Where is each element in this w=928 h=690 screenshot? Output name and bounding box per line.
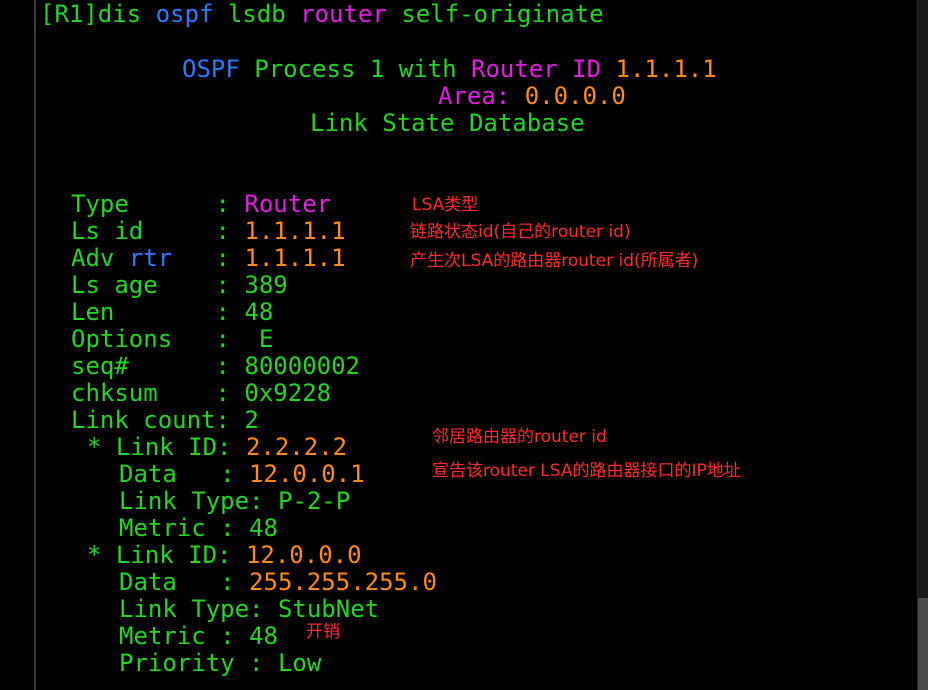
header-id-label: ID <box>572 55 602 83</box>
adv-rtr-label-2: rtr <box>128 244 173 272</box>
link-1-id-label: * Link ID: <box>87 433 232 461</box>
options-row: Options : E <box>71 326 273 353</box>
command-line: [R1]dis ospf lsdb router self-originate <box>40 1 604 28</box>
link-1-id-row: * Link ID: 2.2.2.2 <box>87 434 347 461</box>
link-1-type-label: Link Type: <box>119 487 264 515</box>
chksum-row: chksum : 0x9228 <box>71 380 331 407</box>
command-router: router <box>300 0 387 28</box>
adv-rtr-separator: : <box>215 244 230 272</box>
link-2-type-row: Link Type: StubNet <box>119 596 379 623</box>
annotation-ls-id: 链路状态id(自己的router id) <box>410 222 631 242</box>
link-2-data-row: Data : 255.255.255.0 <box>119 569 437 596</box>
adv-rtr-value: 1.1.1.1 <box>244 244 346 272</box>
process-header: OSPF Process 1 with Router ID 1.1.1.1 <box>182 56 717 83</box>
len-value: 48 <box>244 298 274 326</box>
link-2-data-label: Data : <box>119 568 235 596</box>
seq-label: seq# : <box>71 352 230 380</box>
left-panel-border <box>0 0 36 690</box>
header-process-text: Process 1 with <box>254 55 457 83</box>
ls-age-row: Ls age : 389 <box>71 272 288 299</box>
link-2-metric-row: Metric : 48 <box>119 623 278 650</box>
link-2-id-label: * Link ID: <box>87 541 232 569</box>
header-router: Router <box>471 55 558 83</box>
link-1-metric-value: 48 <box>249 514 278 542</box>
seq-value: 80000002 <box>244 352 360 380</box>
annotation-lsa-type: LSA类型 <box>412 195 479 215</box>
header-ospf: OSPF <box>182 55 240 83</box>
database-title: Link State Database <box>310 109 585 137</box>
link-2-type-label: Link Type: <box>119 595 264 623</box>
options-label: Options : <box>71 325 230 353</box>
command-dis: dis <box>97 0 142 28</box>
prompt: [R1] <box>40 0 98 28</box>
adv-rtr-label-1: Adv <box>71 244 115 272</box>
link-1-metric-label: Metric : <box>119 514 235 542</box>
terminal-window[interactable]: [R1]dis ospf lsdb router self-originate … <box>0 0 928 690</box>
annotation-adv-rtr: 产生次LSA的路由器router id(所属者) <box>410 251 699 271</box>
link-1-data-row: Data : 12.0.0.1 <box>119 461 365 488</box>
lsa-type-row: Type : Router <box>71 191 331 218</box>
options-value: E <box>258 325 274 353</box>
adv-rtr-row: Adv rtr : 1.1.1.1 <box>71 245 346 272</box>
seq-row: seq# : 80000002 <box>71 353 360 380</box>
annotation-metric: 开销 <box>306 622 340 642</box>
ls-id-label: Ls id : <box>71 217 230 245</box>
link-1-id-value: 2.2.2.2 <box>245 433 348 461</box>
ls-age-value: 389 <box>244 271 288 299</box>
len-row: Len : 48 <box>71 299 273 326</box>
link-1-metric-row: Metric : 48 <box>119 515 278 542</box>
area-line: Area: 0.0.0.0 <box>438 83 626 110</box>
link-1-type-value: P-2-P <box>277 487 351 515</box>
link-count-label: Link count: <box>71 406 230 434</box>
link-2-metric-label: Metric : <box>119 622 235 650</box>
link-2-priority-value: Low <box>277 649 322 677</box>
command-ospf: ospf <box>155 0 214 28</box>
header-router-id: 1.1.1.1 <box>615 55 717 83</box>
ls-id-value: 1.1.1.1 <box>244 217 346 245</box>
link-2-type-value: StubNet <box>277 595 380 623</box>
annotation-link-id: 邻居路由器的router id <box>432 427 607 447</box>
ls-age-label: Ls age : <box>71 271 230 299</box>
link-1-type-row: Link Type: P-2-P <box>119 488 350 515</box>
vertical-scrollbar[interactable] <box>917 0 928 690</box>
link-2-priority-label: Priority : <box>119 649 264 677</box>
area-label: Area: <box>438 82 511 110</box>
link-2-id-value: 12.0.0.0 <box>245 541 362 569</box>
link-2-data-value: 255.255.255.0 <box>249 568 437 596</box>
link-2-metric-value: 48 <box>249 622 278 650</box>
link-2-id-row: * Link ID: 12.0.0.0 <box>87 542 362 569</box>
link-1-data-value: 12.0.0.1 <box>249 460 365 488</box>
len-label: Len : <box>71 298 230 326</box>
link-1-data-label: Data : <box>119 460 235 488</box>
command-lsdb: lsdb <box>227 0 286 28</box>
annotation-data: 宣告该router LSA的路由器接口的IP地址 <box>432 461 741 481</box>
chksum-value: 0x9228 <box>244 379 332 407</box>
area-value: 0.0.0.0 <box>524 82 626 110</box>
link-count-value: 2 <box>244 406 259 434</box>
lsa-type-label: Type : <box>71 190 230 218</box>
lsa-type-value: Router <box>244 190 332 218</box>
scrollbar-thumb[interactable] <box>918 598 928 690</box>
command-self-originate: self-originate <box>401 0 604 28</box>
chksum-label: chksum : <box>71 379 230 407</box>
link-count-row: Link count: 2 <box>71 407 259 434</box>
ls-id-row: Ls id : 1.1.1.1 <box>71 218 346 245</box>
link-2-priority-row: Priority : Low <box>119 650 321 677</box>
